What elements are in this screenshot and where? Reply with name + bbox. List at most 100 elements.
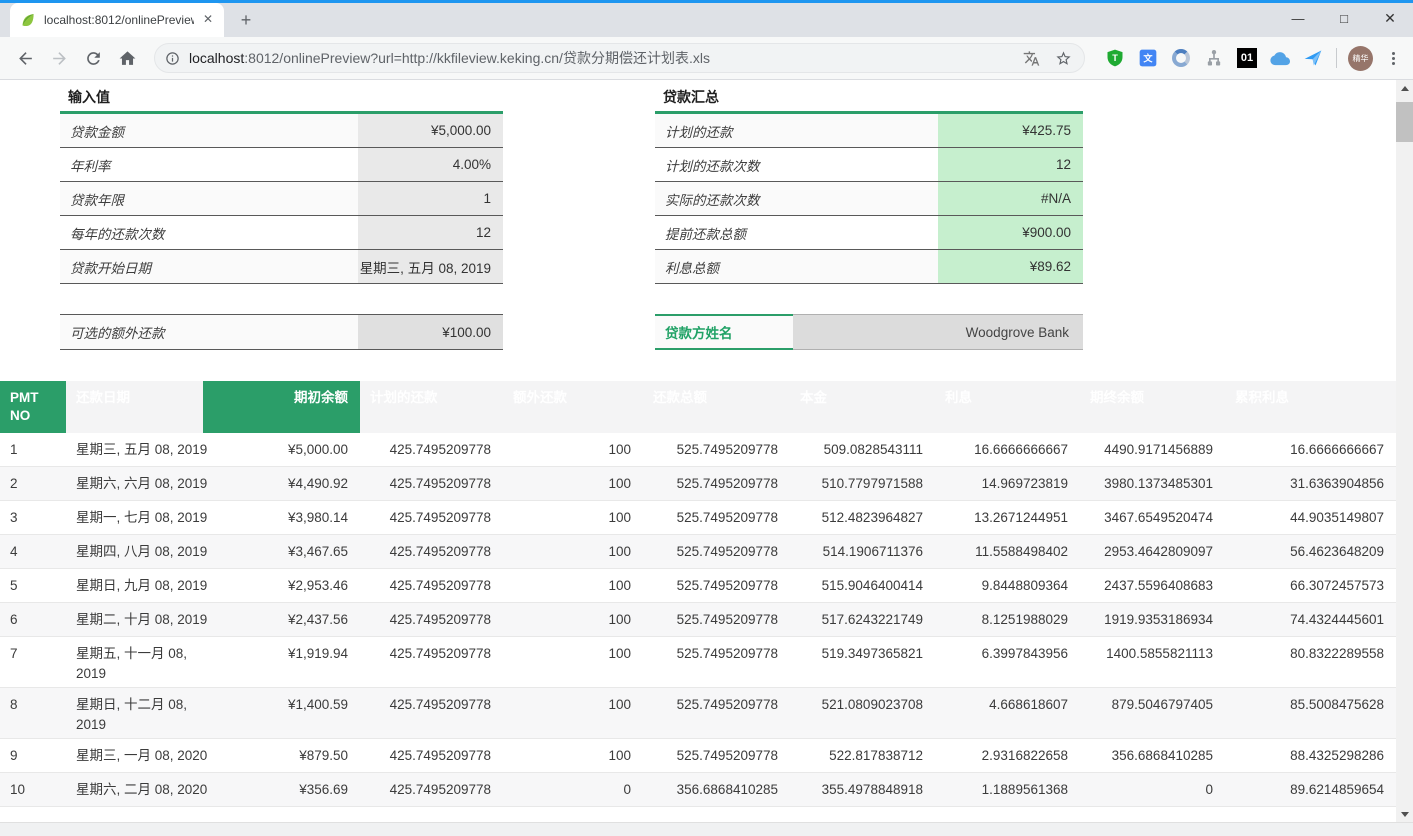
- vertical-scrollbar[interactable]: [1396, 80, 1413, 822]
- table-row: 5星期日, 九月 08, 2019¥2,953.46425.7495209778…: [0, 569, 1396, 603]
- table-cell: 星期日, 九月 08, 2019: [66, 569, 203, 602]
- kv-label: 提前还款总额: [655, 216, 938, 249]
- table-cell: 1919.9353186934: [1080, 603, 1225, 636]
- table-cell: 9: [0, 739, 66, 772]
- table-cell: 425.7495209778: [360, 637, 503, 687]
- close-button[interactable]: ✕: [1367, 0, 1413, 37]
- lender-label: 贷款方姓名: [655, 314, 793, 350]
- kv-row: 实际的还款次数#N/A: [655, 182, 1083, 216]
- page-info-icon[interactable]: [165, 51, 180, 66]
- table-row: 1星期三, 五月 08, 2019¥5,000.00425.7495209778…: [0, 433, 1396, 467]
- tab-title: localhost:8012/onlinePreview?: [44, 13, 194, 27]
- table-cell: 星期六, 六月 08, 2019: [66, 467, 203, 500]
- kv-row: 每年的还款次数12: [60, 216, 503, 250]
- kv-value: 12: [358, 216, 503, 249]
- table-cell: 425.7495209778: [360, 535, 503, 568]
- url-host: localhost: [189, 50, 244, 66]
- new-tab-button[interactable]: +: [232, 6, 260, 34]
- browser-tab[interactable]: localhost:8012/onlinePreview? ✕: [10, 3, 224, 37]
- table-row: 10星期六, 二月 08, 2020¥356.69425.74952097780…: [0, 773, 1396, 807]
- scrollbar-thumb[interactable]: [1396, 102, 1413, 142]
- table-cell: ¥2,437.56: [203, 603, 360, 636]
- extension-bird-button[interactable]: [1302, 47, 1324, 69]
- table-cell: 0: [1080, 773, 1225, 806]
- header-cell: 还款日期: [66, 381, 203, 433]
- address-bar[interactable]: localhost:8012/onlinePreview?url=http://…: [154, 43, 1085, 73]
- back-button[interactable]: [10, 43, 40, 73]
- table-cell: 356.6868410285: [643, 773, 790, 806]
- table-cell: 9.8448809364: [935, 569, 1080, 602]
- maximize-button[interactable]: □: [1321, 0, 1367, 37]
- toolbar-separator: [1336, 48, 1337, 68]
- kv-value: ¥900.00: [938, 216, 1083, 249]
- url-text[interactable]: localhost:8012/onlinePreview?url=http://…: [189, 48, 1010, 68]
- scroll-down-arrow[interactable]: [1396, 806, 1413, 822]
- extra-payment-value: ¥100.00: [358, 314, 503, 350]
- table-cell: 56.4623648209: [1225, 535, 1396, 568]
- extension-swirl-button[interactable]: [1170, 47, 1192, 69]
- scroll-up-arrow[interactable]: [1396, 80, 1413, 96]
- table-cell: 14.969723819: [935, 467, 1080, 500]
- file-preview-content: 输入值 贷款金额¥5,000.00年利率4.00%贷款年限1每年的还款次数12贷…: [0, 80, 1413, 822]
- extension-shield-button[interactable]: T: [1104, 47, 1126, 69]
- browser-menu-button[interactable]: [1383, 48, 1403, 68]
- table-cell: 星期三, 五月 08, 2019: [66, 433, 203, 466]
- table-cell: 525.7495209778: [643, 535, 790, 568]
- minimize-button[interactable]: —: [1275, 0, 1321, 37]
- blue-bird-icon: [1303, 48, 1323, 68]
- table-cell: 1: [0, 433, 66, 466]
- kv-value: 星期三, 五月 08, 2019: [358, 250, 503, 283]
- inputs-section-title: 输入值: [60, 86, 503, 111]
- kv-row: 提前还款总额¥900.00: [655, 216, 1083, 250]
- bookmark-star-button[interactable]: [1052, 47, 1074, 69]
- reload-button[interactable]: [78, 43, 108, 73]
- table-cell: 3467.6549520474: [1080, 501, 1225, 534]
- profile-avatar[interactable]: 精华: [1348, 46, 1373, 71]
- extension-sitemap-button[interactable]: [1203, 47, 1225, 69]
- back-arrow-icon: [16, 49, 35, 68]
- kv-label: 年利率: [60, 148, 358, 181]
- table-cell: 星期日, 十二月 08, 2019: [66, 688, 203, 738]
- table-cell: 425.7495209778: [360, 773, 503, 806]
- extension-translate-button[interactable]: 文: [1137, 47, 1159, 69]
- header-cell: 本金: [790, 381, 935, 433]
- kv-row: 计划的还款次数12: [655, 148, 1083, 182]
- table-cell: 509.0828543111: [790, 433, 935, 466]
- sitemap-icon: [1204, 48, 1224, 68]
- table-header-row: PMT NO还款日期期初余额计划的还款额外还款还款总额本金利息期终余额累积利息: [0, 381, 1396, 433]
- extra-payment-row: 可选的额外还款 ¥100.00: [60, 314, 503, 350]
- kv-value: ¥5,000.00: [358, 114, 503, 147]
- spreadsheet: 输入值 贷款金额¥5,000.00年利率4.00%贷款年限1每年的还款次数12贷…: [0, 80, 1396, 822]
- table-cell: 85.5008475628: [1225, 688, 1396, 738]
- tab-close-icon[interactable]: ✕: [200, 12, 216, 28]
- table-cell: 525.7495209778: [643, 688, 790, 738]
- extension-cloud-button[interactable]: [1269, 47, 1291, 69]
- table-cell: 512.4823964827: [790, 501, 935, 534]
- translate-page-button[interactable]: [1020, 47, 1042, 69]
- header-cell: 累积利息: [1225, 381, 1396, 433]
- horizontal-scrollbar-track[interactable]: [0, 822, 1413, 836]
- home-button[interactable]: [112, 43, 142, 73]
- table-cell: 4: [0, 535, 66, 568]
- table-cell: 7: [0, 637, 66, 687]
- table-cell: 8.1251988029: [935, 603, 1080, 636]
- table-cell: ¥4,490.92: [203, 467, 360, 500]
- kv-label: 计划的还款次数: [655, 148, 938, 181]
- table-cell: 521.0809023708: [790, 688, 935, 738]
- amortization-table: PMT NO还款日期期初余额计划的还款额外还款还款总额本金利息期终余额累积利息 …: [0, 381, 1396, 807]
- table-cell: 16.6666666667: [1225, 433, 1396, 466]
- home-icon: [118, 49, 137, 68]
- inputs-rows: 贷款金额¥5,000.00年利率4.00%贷款年限1每年的还款次数12贷款开始日…: [60, 114, 503, 284]
- forward-button[interactable]: [44, 43, 74, 73]
- table-cell: 514.1906711376: [790, 535, 935, 568]
- table-cell: 16.6666666667: [935, 433, 1080, 466]
- header-cell: 计划的还款: [360, 381, 503, 433]
- table-row: 9星期三, 一月 08, 2020¥879.50425.749520977810…: [0, 739, 1396, 773]
- table-cell: 0: [503, 773, 643, 806]
- table-cell: 2: [0, 467, 66, 500]
- table-cell: ¥2,953.46: [203, 569, 360, 602]
- table-cell: 519.3497365821: [790, 637, 935, 687]
- table-row: 7星期五, 十一月 08, 2019¥1,919.94425.749520977…: [0, 637, 1396, 688]
- table-cell: 星期二, 十月 08, 2019: [66, 603, 203, 636]
- extension-01-button[interactable]: 01: [1236, 47, 1258, 69]
